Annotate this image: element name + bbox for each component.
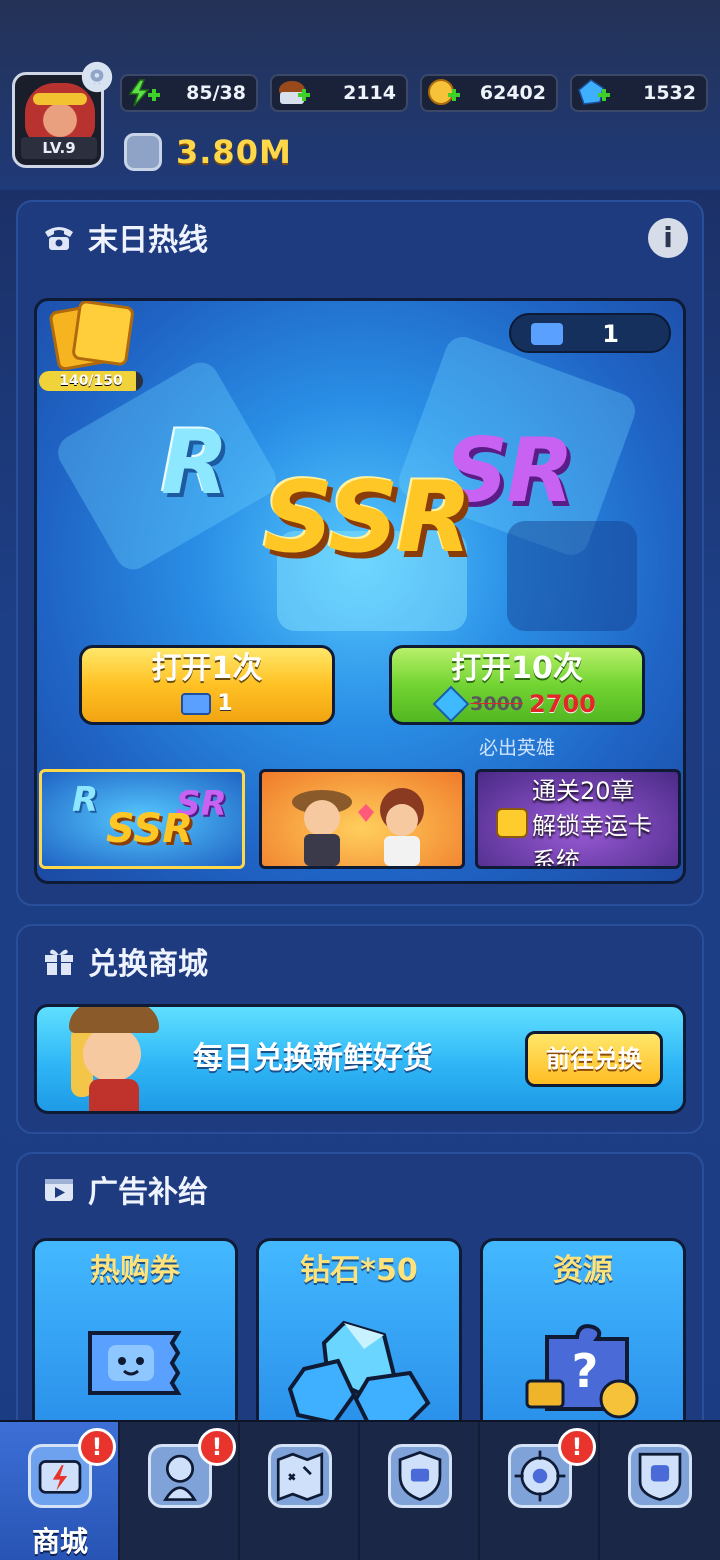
nav-map[interactable] bbox=[240, 1422, 360, 1560]
map-icon bbox=[268, 1444, 332, 1508]
info-icon[interactable]: i bbox=[648, 218, 688, 258]
cowgirl-artwork bbox=[59, 1007, 169, 1111]
resource-mystery-icon: ? bbox=[525, 1324, 639, 1419]
gacha-banner: 140/150 1 R SR SSR 打开1次 1 打开10次 3000 270… bbox=[34, 298, 686, 884]
open-ten-new-cost: 2700 bbox=[529, 690, 596, 718]
diamond-icon bbox=[432, 685, 470, 723]
svg-text:?: ? bbox=[572, 1344, 599, 1398]
unlock-line-1: 通关20章 bbox=[532, 777, 635, 805]
diamond-counter[interactable]: 1532 bbox=[570, 74, 708, 112]
power-value: 3.80M bbox=[176, 133, 292, 171]
ticket-count-value: 1 bbox=[602, 320, 619, 348]
thumbnail-lucky-card-locked[interactable]: 通关20章 解锁幸运卡 系统 bbox=[475, 769, 681, 869]
mini-r-label: R bbox=[72, 780, 99, 820]
combat-power: 3.80M bbox=[124, 132, 292, 172]
nav-target[interactable]: ! bbox=[480, 1422, 600, 1560]
ad-card-coupon-title: 热购券 bbox=[90, 1253, 180, 1288]
card-progress-text: 140/150 bbox=[59, 373, 123, 389]
card-progress-bar: 140/150 bbox=[39, 371, 143, 391]
unlock-line-2: 解锁幸运卡 bbox=[532, 812, 652, 840]
ticket-counter: 1 bbox=[509, 313, 671, 353]
stamina-value: 85/38 bbox=[186, 82, 246, 104]
power-fist-icon bbox=[124, 133, 162, 171]
ad-card-diamonds-title: 钻石*50 bbox=[300, 1253, 418, 1288]
lock-icon bbox=[496, 808, 528, 838]
ad-card-resources[interactable]: 资源 ? bbox=[480, 1238, 686, 1428]
nav-shield[interactable] bbox=[360, 1422, 480, 1560]
thumbnail-rarity-pool[interactable]: R SR SSR bbox=[39, 769, 245, 869]
top-bar: LV.9 ⚙ 85/38 2114 62402 1532 3.80M bbox=[0, 0, 720, 190]
diamond-plus-icon bbox=[578, 79, 610, 105]
ad-card-resources-title: 资源 bbox=[553, 1253, 613, 1288]
ad-card-coupon[interactable]: 热购券 bbox=[32, 1238, 238, 1428]
banner-thumbnails: R SR SSR 通关20章 解锁幸运卡 系统 bbox=[39, 769, 681, 873]
exchange-header: 兑换商城 bbox=[18, 926, 702, 996]
open-once-cost: 1 bbox=[82, 690, 332, 718]
thumbnail-hero-pool[interactable] bbox=[259, 769, 465, 869]
hotline-header: 末日热线 bbox=[18, 202, 702, 272]
bottom-nav: ! 商城 ! ! bbox=[0, 1420, 720, 1560]
exchange-banner[interactable]: 每日兑换新鲜好货 前往兑换 bbox=[34, 1004, 686, 1114]
cowgirl-head bbox=[83, 1027, 141, 1081]
nav-guild[interactable] bbox=[600, 1422, 720, 1560]
stamina-counter[interactable]: 85/38 bbox=[120, 74, 258, 112]
open-ten-cost: 3000 2700 bbox=[392, 685, 642, 723]
nav-shop-label: 商城 bbox=[31, 1525, 88, 1558]
ad-card-grid: 热购券 钻石*50 资源 ? bbox=[32, 1238, 692, 1429]
open-ten-button[interactable]: 打开10次 3000 2700 bbox=[389, 645, 645, 725]
nav-shop-badge: ! bbox=[78, 1428, 116, 1466]
lucky-card-unlock-text: 通关20章 解锁幸运卡 系统 bbox=[532, 774, 652, 869]
phone-icon bbox=[45, 227, 73, 250]
cowgirl-body bbox=[89, 1079, 139, 1111]
mini-ssr-label: SSR bbox=[106, 806, 193, 852]
gold-coin-plus-icon bbox=[428, 79, 460, 105]
exchange-title: 兑换商城 bbox=[88, 947, 208, 982]
heroes-artwork bbox=[292, 788, 424, 866]
guild-icon bbox=[628, 1444, 692, 1508]
gold-counter[interactable]: 62402 bbox=[420, 74, 558, 112]
unlock-line-3: 系统 bbox=[532, 847, 580, 869]
nav-shop[interactable]: ! 商城 bbox=[0, 1422, 120, 1560]
energy-plus-icon bbox=[128, 79, 160, 107]
bg-panel bbox=[507, 521, 637, 631]
rarity-ssr-label: SSR bbox=[263, 461, 472, 575]
ad-supply-panel: 广告补给 热购券 钻石*50 资源 ? bbox=[16, 1152, 704, 1442]
rarity-r-label: R bbox=[161, 411, 229, 514]
shield-icon bbox=[388, 1444, 452, 1508]
open-once-label: 打开1次 bbox=[151, 651, 263, 686]
hotline-title: 末日热线 bbox=[88, 223, 208, 258]
open-ten-label: 打开10次 bbox=[451, 651, 583, 686]
ticket-icon bbox=[181, 693, 212, 715]
ad-card-diamonds[interactable]: 钻石*50 bbox=[256, 1238, 462, 1429]
ticket-icon bbox=[531, 323, 563, 345]
gift-icon bbox=[45, 949, 73, 975]
ad-supply-title: 广告补给 bbox=[88, 1175, 208, 1210]
hotline-panel: 末日热线 i 140/150 1 R SR SSR 打开1次 1 打开10次 3… bbox=[16, 200, 704, 906]
exp-counter[interactable]: 2114 bbox=[270, 74, 408, 112]
settings-gear-icon[interactable]: ⚙ bbox=[80, 60, 114, 94]
coupon-ticket-icon bbox=[88, 1331, 182, 1395]
ssr-card-stack-icon[interactable] bbox=[45, 301, 137, 372]
open-once-button[interactable]: 打开1次 1 bbox=[79, 645, 335, 725]
player-level: LV.9 bbox=[21, 137, 97, 159]
cowgirl-hat bbox=[69, 1007, 159, 1033]
card-front bbox=[71, 301, 135, 367]
exp-food-plus-icon bbox=[279, 81, 310, 104]
guarantee-text: 必出英雄 bbox=[478, 737, 555, 759]
gold-value: 62402 bbox=[479, 82, 546, 104]
open-ten-old-cost: 3000 bbox=[470, 693, 524, 715]
nav-hero-badge: ! bbox=[198, 1428, 236, 1466]
nav-target-badge: ! bbox=[558, 1428, 596, 1466]
go-exchange-button[interactable]: 前往兑换 bbox=[525, 1031, 663, 1087]
video-icon bbox=[45, 1179, 73, 1201]
avatar-goggles bbox=[33, 93, 87, 105]
nav-hero[interactable]: ! bbox=[120, 1422, 240, 1560]
ad-supply-header: 广告补给 bbox=[18, 1154, 702, 1224]
exchange-panel: 兑换商城 每日兑换新鲜好货 前往兑换 bbox=[16, 924, 704, 1134]
exchange-banner-text: 每日兑换新鲜好货 bbox=[193, 1041, 433, 1076]
diamond-value: 1532 bbox=[643, 82, 696, 104]
open-once-cost-value: 1 bbox=[217, 691, 233, 716]
diamond-pile-icon bbox=[287, 1320, 431, 1429]
exp-value: 2114 bbox=[343, 82, 396, 104]
